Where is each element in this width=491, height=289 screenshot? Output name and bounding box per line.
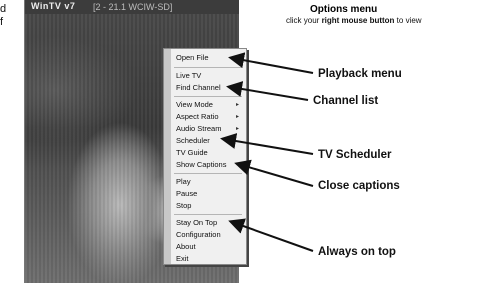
arrow-captions <box>234 159 314 187</box>
arrow-channel <box>226 81 309 101</box>
arrow-playback <box>228 52 314 74</box>
arrow-ontop <box>228 218 314 252</box>
callout-arrows <box>220 52 314 252</box>
arrow-scheduler <box>220 133 314 155</box>
